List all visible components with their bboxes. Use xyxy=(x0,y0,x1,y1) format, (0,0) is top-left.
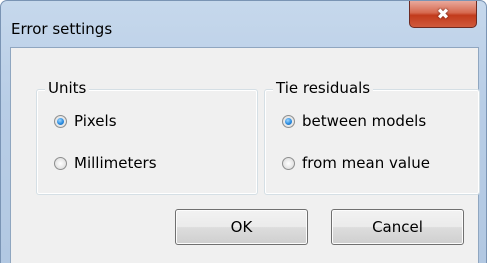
close-button[interactable]: ✖ xyxy=(409,1,477,28)
dialog-window: Error settings ✖ Units Pixels Millimeter… xyxy=(0,0,487,263)
title-bar[interactable]: Error settings ✖ xyxy=(1,1,486,47)
radio-pixels-label: Pixels xyxy=(74,112,117,130)
radio-pixels-circle[interactable] xyxy=(54,114,67,128)
radio-between-models-label: between models xyxy=(302,112,427,130)
radio-from-mean-value[interactable]: from mean value xyxy=(282,153,430,173)
units-legend: Units xyxy=(45,79,90,97)
radio-millimeters[interactable]: Millimeters xyxy=(54,153,157,173)
radio-millimeters-label: Millimeters xyxy=(74,154,157,172)
tie-residuals-group: Tie residuals between models from mean v… xyxy=(264,79,480,195)
cancel-button[interactable]: Cancel xyxy=(331,209,464,245)
dialog-body: Units Pixels Millimeters Tie residuals b… xyxy=(10,47,480,263)
radio-from-mean-value-label: from mean value xyxy=(302,154,430,172)
radio-between-models[interactable]: between models xyxy=(282,111,426,131)
radio-pixels[interactable]: Pixels xyxy=(54,111,117,131)
close-icon: ✖ xyxy=(436,5,450,23)
radio-from-mean-value-circle[interactable] xyxy=(282,156,295,170)
units-group: Units Pixels Millimeters xyxy=(36,79,258,195)
radio-millimeters-circle[interactable] xyxy=(54,156,67,170)
tie-residuals-legend: Tie residuals xyxy=(273,79,374,97)
ok-button[interactable]: OK xyxy=(175,209,308,245)
window-title: Error settings xyxy=(11,20,113,38)
radio-between-models-circle[interactable] xyxy=(282,114,295,128)
